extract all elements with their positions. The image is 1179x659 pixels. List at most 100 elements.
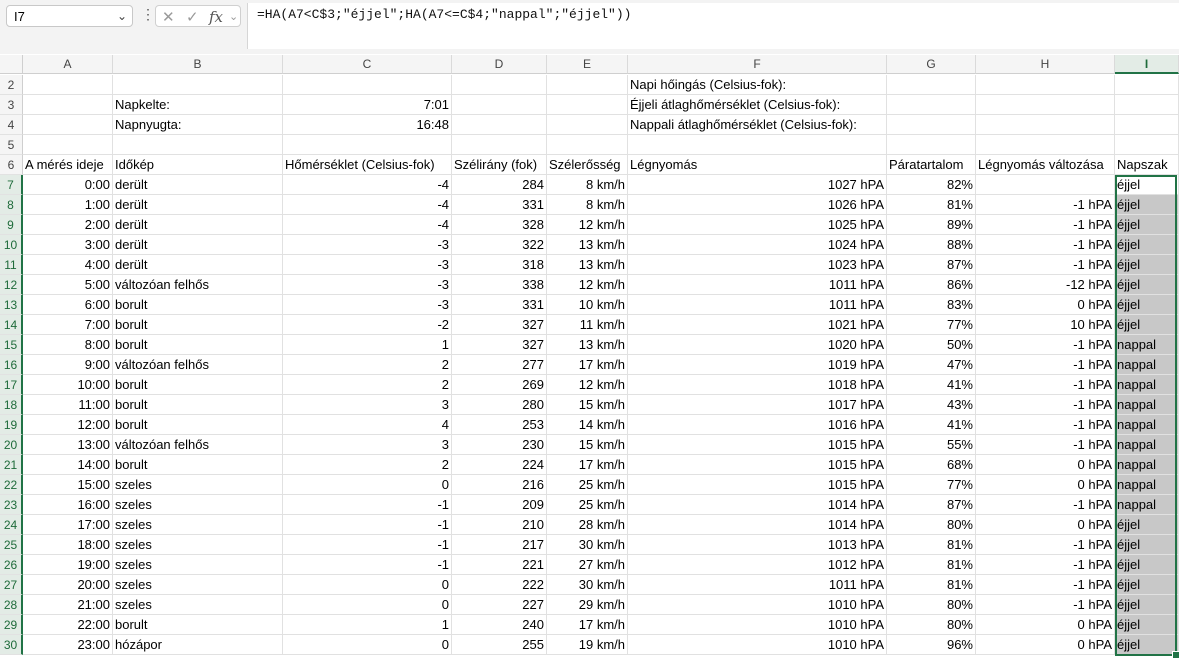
cell-g13[interactable]: 83% xyxy=(887,295,976,315)
cell-h18[interactable]: -1 hPA xyxy=(976,395,1115,415)
cell-b28[interactable]: szeles xyxy=(113,595,283,615)
cell-d12[interactable]: 338 xyxy=(452,275,547,295)
cell-c14[interactable]: -2 xyxy=(283,315,452,335)
cell-h13[interactable]: 0 hPA xyxy=(976,295,1115,315)
cell-g30[interactable]: 96% xyxy=(887,635,976,655)
cell-i23[interactable]: nappal xyxy=(1115,495,1179,515)
cell-c16[interactable]: 2 xyxy=(283,355,452,375)
row-header-17[interactable]: 17 xyxy=(0,375,23,395)
cell-g29[interactable]: 80% xyxy=(887,615,976,635)
cell-i28[interactable]: éjjel xyxy=(1115,595,1179,615)
cell-f20[interactable]: 1015 hPA xyxy=(628,435,887,455)
cell-f13[interactable]: 1011 hPA xyxy=(628,295,887,315)
cell-f18[interactable]: 1017 hPA xyxy=(628,395,887,415)
cell-a26[interactable]: 19:00 xyxy=(23,555,113,575)
cell-d29[interactable]: 240 xyxy=(452,615,547,635)
cell-d4[interactable] xyxy=(452,115,547,135)
cell-h15[interactable]: -1 hPA xyxy=(976,335,1115,355)
cell-b12[interactable]: változóan felhős xyxy=(113,275,283,295)
cell-g15[interactable]: 50% xyxy=(887,335,976,355)
cell-i24[interactable]: éjjel xyxy=(1115,515,1179,535)
cell-d25[interactable]: 217 xyxy=(452,535,547,555)
cell-h12[interactable]: -12 hPA xyxy=(976,275,1115,295)
cell-i15[interactable]: nappal xyxy=(1115,335,1179,355)
cell-h16[interactable]: -1 hPA xyxy=(976,355,1115,375)
cell-c5[interactable] xyxy=(283,135,452,155)
cell-e30[interactable]: 19 km/h xyxy=(547,635,628,655)
cell-e20[interactable]: 15 km/h xyxy=(547,435,628,455)
cell-g2[interactable] xyxy=(887,75,976,95)
cell-e16[interactable]: 17 km/h xyxy=(547,355,628,375)
table-header-a[interactable]: A mérés ideje xyxy=(23,155,113,175)
cell-f14[interactable]: 1021 hPA xyxy=(628,315,887,335)
cell-e2[interactable] xyxy=(547,75,628,95)
cell-f16[interactable]: 1019 hPA xyxy=(628,355,887,375)
row-header-13[interactable]: 13 xyxy=(0,295,23,315)
cell-a19[interactable]: 12:00 xyxy=(23,415,113,435)
row-header-10[interactable]: 10 xyxy=(0,235,23,255)
row-header-4[interactable]: 4 xyxy=(0,115,23,135)
cell-h22[interactable]: 0 hPA xyxy=(976,475,1115,495)
cell-a24[interactable]: 17:00 xyxy=(23,515,113,535)
cell-h3[interactable] xyxy=(976,95,1115,115)
cell-f15[interactable]: 1020 hPA xyxy=(628,335,887,355)
cell-d10[interactable]: 322 xyxy=(452,235,547,255)
cell-h14[interactable]: 10 hPA xyxy=(976,315,1115,335)
cell-i11[interactable]: éjjel xyxy=(1115,255,1179,275)
cell-f23[interactable]: 1014 hPA xyxy=(628,495,887,515)
cell-g4[interactable] xyxy=(887,115,976,135)
cell-g10[interactable]: 88% xyxy=(887,235,976,255)
cell-f17[interactable]: 1018 hPA xyxy=(628,375,887,395)
cell-g17[interactable]: 41% xyxy=(887,375,976,395)
cell-i10[interactable]: éjjel xyxy=(1115,235,1179,255)
cell-a14[interactable]: 7:00 xyxy=(23,315,113,335)
cell-f19[interactable]: 1016 hPA xyxy=(628,415,887,435)
cell-a28[interactable]: 21:00 xyxy=(23,595,113,615)
cell-e14[interactable]: 11 km/h xyxy=(547,315,628,335)
cell-h25[interactable]: -1 hPA xyxy=(976,535,1115,555)
cell-b7[interactable]: derült xyxy=(113,175,283,195)
cell-f2[interactable]: Napi hőingás (Celsius-fok): xyxy=(628,75,887,95)
row-header-14[interactable]: 14 xyxy=(0,315,23,335)
cell-b30[interactable]: hózápor xyxy=(113,635,283,655)
row-header-11[interactable]: 11 xyxy=(0,255,23,275)
cell-c13[interactable]: -3 xyxy=(283,295,452,315)
cell-c11[interactable]: -3 xyxy=(283,255,452,275)
cell-b27[interactable]: szeles xyxy=(113,575,283,595)
row-header-30[interactable]: 30 xyxy=(0,635,23,655)
cell-d14[interactable]: 327 xyxy=(452,315,547,335)
cell-a27[interactable]: 20:00 xyxy=(23,575,113,595)
cell-c29[interactable]: 1 xyxy=(283,615,452,635)
cell-e24[interactable]: 28 km/h xyxy=(547,515,628,535)
cell-a30[interactable]: 23:00 xyxy=(23,635,113,655)
cell-g12[interactable]: 86% xyxy=(887,275,976,295)
select-all-corner[interactable] xyxy=(0,55,23,74)
cell-a25[interactable]: 18:00 xyxy=(23,535,113,555)
cell-c17[interactable]: 2 xyxy=(283,375,452,395)
cell-f5[interactable] xyxy=(628,135,887,155)
cell-g24[interactable]: 80% xyxy=(887,515,976,535)
name-box[interactable]: I7 ⌄ xyxy=(6,5,133,27)
cell-g5[interactable] xyxy=(887,135,976,155)
cell-g11[interactable]: 87% xyxy=(887,255,976,275)
column-header-d[interactable]: D xyxy=(452,55,547,74)
cell-i30[interactable]: éjjel xyxy=(1115,635,1179,655)
cell-h9[interactable]: -1 hPA xyxy=(976,215,1115,235)
cell-d28[interactable]: 227 xyxy=(452,595,547,615)
cell-f22[interactable]: 1015 hPA xyxy=(628,475,887,495)
cell-e12[interactable]: 12 km/h xyxy=(547,275,628,295)
cell-c27[interactable]: 0 xyxy=(283,575,452,595)
column-header-h[interactable]: H xyxy=(976,55,1115,74)
cell-c8[interactable]: -4 xyxy=(283,195,452,215)
cell-b14[interactable]: borult xyxy=(113,315,283,335)
cell-g21[interactable]: 68% xyxy=(887,455,976,475)
cell-i27[interactable]: éjjel xyxy=(1115,575,1179,595)
row-header-20[interactable]: 20 xyxy=(0,435,23,455)
cell-c18[interactable]: 3 xyxy=(283,395,452,415)
cell-f29[interactable]: 1010 hPA xyxy=(628,615,887,635)
cell-f21[interactable]: 1015 hPA xyxy=(628,455,887,475)
cell-h20[interactable]: -1 hPA xyxy=(976,435,1115,455)
cell-g23[interactable]: 87% xyxy=(887,495,976,515)
cell-i19[interactable]: nappal xyxy=(1115,415,1179,435)
row-header-28[interactable]: 28 xyxy=(0,595,23,615)
